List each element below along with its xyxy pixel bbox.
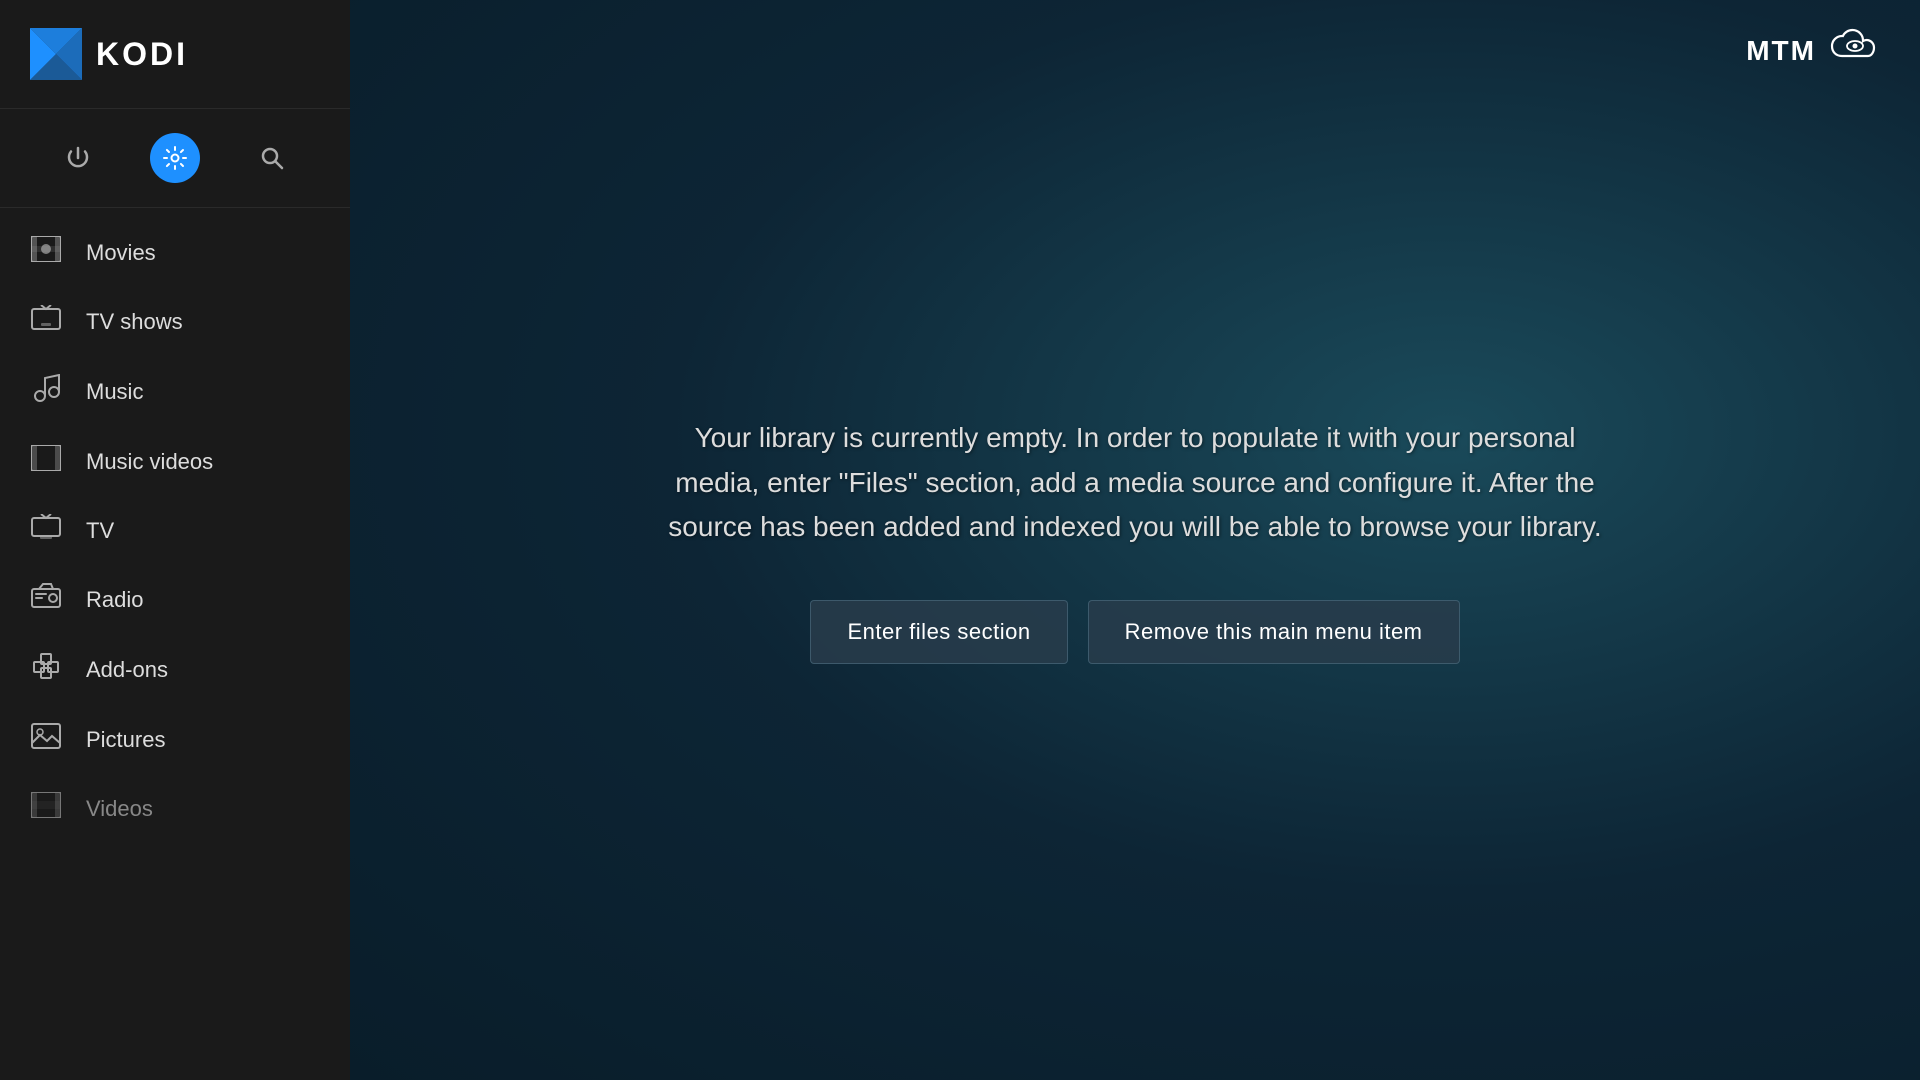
movies-icon: [30, 236, 62, 269]
nav-item-radio[interactable]: Radio: [0, 565, 350, 634]
nav-item-movies[interactable]: Movies: [0, 218, 350, 287]
power-icon: [65, 145, 91, 171]
sidebar: KODI Movies: [0, 0, 350, 1080]
pictures-label: Pictures: [86, 727, 165, 753]
brand-text: MTM: [1746, 35, 1816, 67]
search-button[interactable]: [247, 133, 297, 183]
videos-label: Videos: [86, 796, 153, 822]
musicvideos-label: Music videos: [86, 449, 213, 475]
musicvideos-icon: [30, 445, 62, 478]
main-content: MTM Your library is currently empty. In …: [350, 0, 1920, 1080]
kodi-logo-icon: [30, 28, 82, 80]
nav-item-musicvideos[interactable]: Music videos: [0, 427, 350, 496]
tvshows-icon: [30, 305, 62, 338]
radio-icon: [30, 583, 62, 616]
music-icon: [30, 374, 62, 409]
radio-label: Radio: [86, 587, 143, 613]
music-label: Music: [86, 379, 143, 405]
top-right-brand: MTM: [1746, 28, 1880, 73]
app-name: KODI: [96, 36, 188, 73]
kodi-logo: KODI: [30, 28, 188, 80]
empty-library-message: Your library is currently empty. In orde…: [650, 416, 1620, 550]
settings-icon: [162, 145, 188, 171]
power-button[interactable]: [53, 133, 103, 183]
action-buttons: Enter files section Remove this main men…: [810, 600, 1459, 664]
addons-label: Add-ons: [86, 657, 168, 683]
sidebar-controls: [0, 109, 350, 208]
tv-icon: [30, 514, 62, 547]
center-content: Your library is currently empty. In orde…: [610, 376, 1660, 704]
videos-icon: [30, 792, 62, 825]
nav-item-addons[interactable]: Add-ons: [0, 634, 350, 705]
brand-icon: [1830, 28, 1880, 73]
app-header: KODI: [0, 0, 350, 109]
enter-files-button[interactable]: Enter files section: [810, 600, 1067, 664]
nav-item-tv[interactable]: TV: [0, 496, 350, 565]
addons-icon: [30, 652, 62, 687]
movies-label: Movies: [86, 240, 156, 266]
tv-label: TV: [86, 518, 114, 544]
pictures-icon: [30, 723, 62, 756]
search-icon: [259, 145, 285, 171]
nav-item-music[interactable]: Music: [0, 356, 350, 427]
nav-item-pictures[interactable]: Pictures: [0, 705, 350, 774]
remove-menu-item-button[interactable]: Remove this main menu item: [1088, 600, 1460, 664]
tvshows-label: TV shows: [86, 309, 183, 335]
main-nav: Movies TV shows Music Music videos TV: [0, 208, 350, 1080]
nav-item-videos[interactable]: Videos: [0, 774, 350, 843]
settings-button[interactable]: [150, 133, 200, 183]
nav-item-tvshows[interactable]: TV shows: [0, 287, 350, 356]
